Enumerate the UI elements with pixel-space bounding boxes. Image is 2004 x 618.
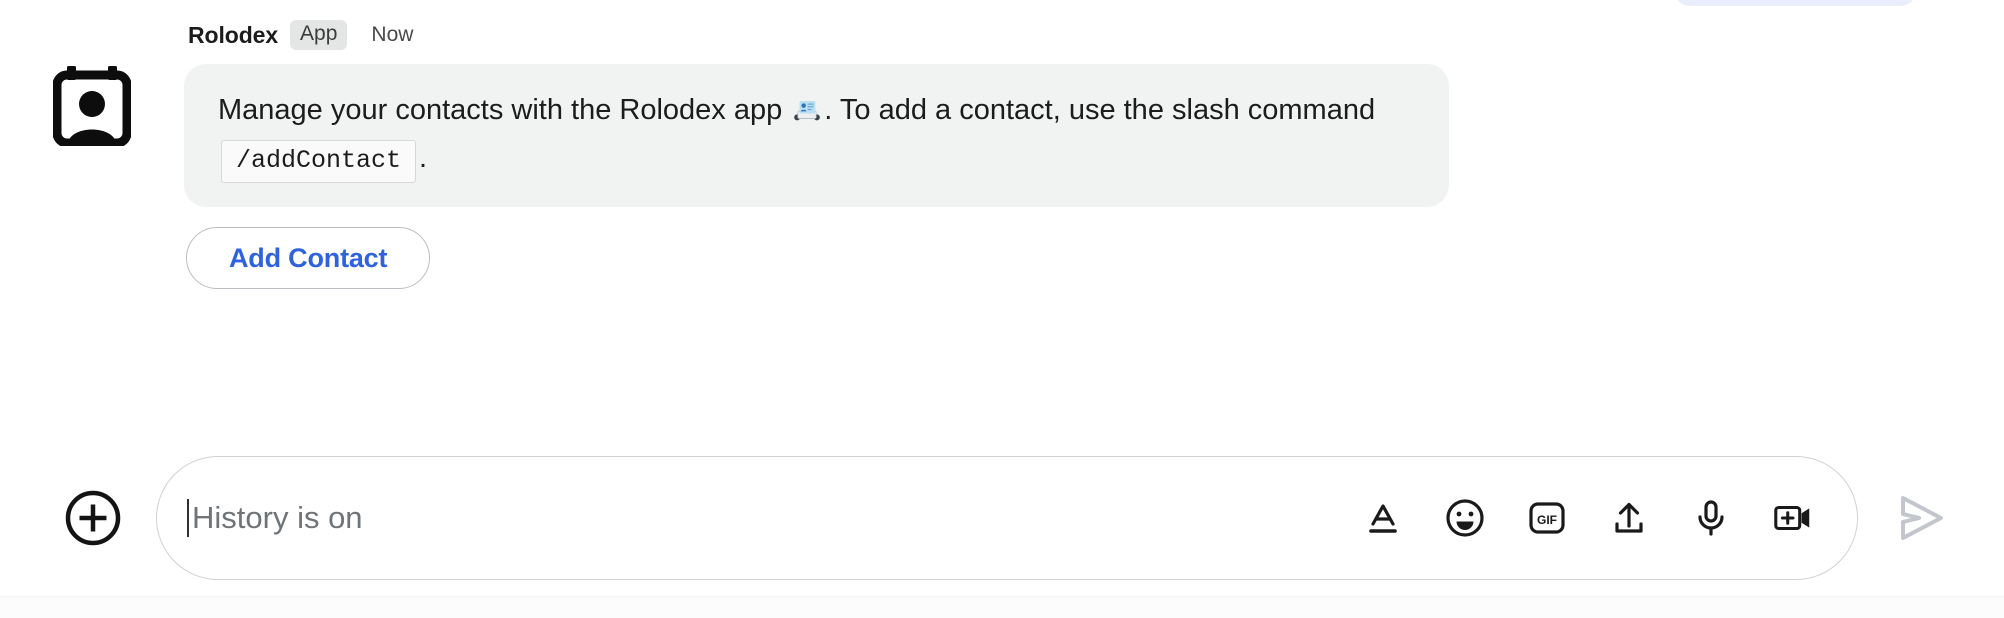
previous-message-bubble-clip	[1674, 0, 1916, 6]
avatar	[0, 18, 184, 151]
svg-text:GIF: GIF	[1537, 513, 1557, 527]
sender-name: Rolodex	[188, 21, 279, 48]
message-text-part-3: .	[419, 142, 428, 175]
send-arrow-icon[interactable]	[1878, 475, 1964, 561]
message-text-part-2: . To add a contact, use the slash comman…	[824, 94, 1376, 126]
rolodex-card-person-icon	[52, 64, 132, 151]
timestamp: Now	[371, 23, 414, 46]
input-placeholder: History is on	[192, 500, 363, 535]
emoji-smiley-icon[interactable]	[1443, 496, 1487, 540]
message-header: Rolodex App Now	[184, 18, 1860, 52]
message-bubble: Manage your contacts with the Rolodex ap…	[184, 64, 1449, 208]
plus-circle-icon[interactable]	[62, 487, 124, 549]
add-contact-button[interactable]: Add Contact	[186, 227, 431, 290]
bottom-divider	[0, 596, 2004, 618]
message-input[interactable]: History is on GIF	[156, 456, 1858, 580]
gif-icon[interactable]: GIF	[1525, 496, 1569, 540]
text-caret	[187, 499, 189, 537]
microphone-icon[interactable]	[1689, 496, 1733, 540]
slash-command-code: /addContact	[221, 140, 417, 184]
card-index-emoji	[792, 96, 822, 138]
message-actions: Add Contact	[184, 227, 1860, 290]
video-add-icon[interactable]	[1771, 496, 1815, 540]
format-text-icon[interactable]	[1361, 496, 1405, 540]
message-text-part-1: Manage your contacts with the Rolodex ap…	[218, 94, 791, 126]
message-content: Rolodex App Now Manage your contacts wit…	[184, 18, 1860, 290]
message-composer: History is on GIF	[0, 454, 2004, 582]
app-badge: App	[290, 20, 348, 50]
composer-toolbar: GIF	[1361, 496, 1821, 540]
upload-icon[interactable]	[1607, 496, 1651, 540]
message-row: Rolodex App Now Manage your contacts wit…	[0, 18, 1860, 290]
